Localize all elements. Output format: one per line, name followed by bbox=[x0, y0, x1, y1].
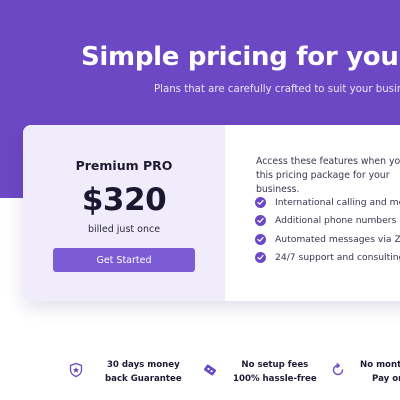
check-icon bbox=[255, 251, 266, 263]
guarantee-line-2: 100% hassle-free bbox=[233, 374, 317, 384]
guarantee-line-2: Pay once and for all bbox=[372, 374, 400, 384]
feature-label: Additional phone numbers bbox=[275, 215, 397, 227]
feature-label: 24/7 support and consulting bbox=[275, 251, 400, 263]
guarantee-line-1: No setup fees bbox=[241, 360, 309, 370]
feature-item: Additional phone numbers bbox=[255, 215, 400, 233]
guarantee-text: No monthly subscription Pay once and for… bbox=[360, 358, 400, 386]
check-icon bbox=[255, 215, 266, 227]
feature-list: International calling and messaging API … bbox=[255, 197, 400, 270]
refresh-icon bbox=[330, 362, 346, 378]
feature-item: Automated messages via Zapier bbox=[255, 233, 400, 252]
pricing-page: Simple pricing for your business Plans t… bbox=[0, 0, 400, 400]
shield-star-icon bbox=[68, 362, 84, 378]
plan-price: $320 bbox=[81, 182, 167, 218]
feature-item: International calling and messaging API bbox=[255, 197, 400, 215]
check-icon bbox=[255, 197, 266, 208]
guarantee-text: 30 days money back Guarantee bbox=[105, 358, 182, 386]
hero-title: Simple pricing for your business bbox=[81, 42, 400, 72]
ticket-icon bbox=[202, 362, 218, 378]
guarantee-line-2: back Guarantee bbox=[105, 374, 182, 384]
plan-name: Premium PRO bbox=[75, 158, 173, 173]
feature-label: Automated messages via Zapier bbox=[275, 233, 400, 245]
feature-label: International calling and messaging API bbox=[275, 197, 400, 208]
features-intro: Access these features when you get this … bbox=[256, 156, 400, 195]
guarantee-line-1: No monthly subscription bbox=[360, 360, 400, 370]
get-started-button[interactable]: Get Started bbox=[53, 248, 195, 272]
hero-subtitle: Plans that are carefully crafted to suit… bbox=[154, 84, 400, 95]
billing-note: billed just once bbox=[87, 224, 161, 235]
guarantee-text: No setup fees 100% hassle-free bbox=[233, 358, 317, 386]
feature-item: 24/7 support and consulting bbox=[255, 251, 400, 270]
pricing-card: Premium PRO $320 billed just once Get St… bbox=[23, 125, 400, 301]
plan-panel: Premium PRO $320 billed just once Get St… bbox=[23, 125, 225, 301]
guarantee-line-1: 30 days money bbox=[106, 360, 180, 370]
check-icon bbox=[255, 233, 266, 245]
